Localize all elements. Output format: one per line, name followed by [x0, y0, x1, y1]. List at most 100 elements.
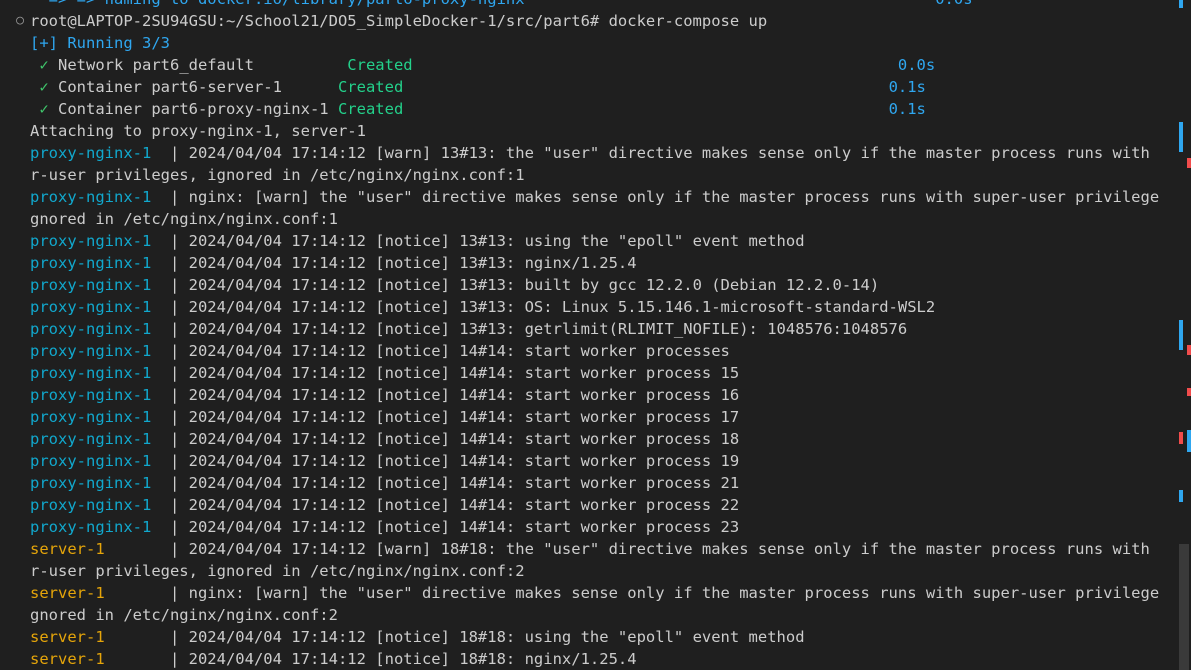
command-decoration-icon[interactable]: ○: [12, 10, 28, 32]
terminal-text-segment: Network part6_default: [48, 56, 348, 74]
terminal-text-segment: r-user privileges, ignored in /etc/nginx…: [30, 562, 525, 580]
terminal-line: ○ root@LAPTOP-2SU94GSU:~/School21/DO5_Sim…: [12, 10, 1160, 32]
terminal-line: r-user privileges, ignored in /etc/nginx…: [12, 164, 1160, 186]
terminal-text-segment: server-1: [30, 650, 170, 668]
terminal-text-segment: | 2024/04/04 17:14:12 [notice] 13#13: ge…: [169, 320, 908, 338]
scrollbar-track[interactable]: [1177, 0, 1191, 670]
terminal-text-segment: | 2024/04/04 17:14:12 [warn] 13#13: the …: [169, 144, 1160, 162]
terminal-text-segment: Created: [347, 56, 413, 74]
scrollbar-marker: [1187, 430, 1191, 452]
terminal-line: proxy-nginx-1 | 2024/04/04 17:14:12 [not…: [12, 384, 1160, 406]
terminal-text-segment: | nginx: [warn] the "user" directive mak…: [169, 584, 1160, 602]
terminal-text-segment: proxy-nginx-1: [30, 474, 170, 492]
terminal-text-segment: | 2024/04/04 17:14:12 [notice] 14#14: st…: [169, 364, 740, 382]
terminal-text-segment: => => naming to docker.io/library/part6-…: [30, 0, 525, 8]
terminal-text-segment: | 2024/04/04 17:14:12 [notice] 13#13: us…: [169, 232, 805, 250]
terminal-text-segment: server-1: [30, 628, 170, 646]
terminal-line: proxy-nginx-1 | 2024/04/04 17:14:12 [not…: [12, 252, 1160, 274]
terminal-line: Attaching to proxy-nginx-1, server-1: [12, 120, 1160, 142]
terminal-line: proxy-nginx-1 | 2024/04/04 17:14:12 [not…: [12, 296, 1160, 318]
terminal-line: proxy-nginx-1 | nginx: [warn] the "user"…: [12, 186, 1160, 208]
terminal-text-segment: | 2024/04/04 17:14:12 [notice] 18#18: us…: [169, 628, 805, 646]
terminal-text-segment: 0.1s: [888, 100, 926, 118]
terminal-line: gnored in /etc/nginx/nginx.conf:2: [12, 604, 1160, 626]
terminal-text-segment: proxy-nginx-1: [30, 430, 170, 448]
terminal-line: server-1 | 2024/04/04 17:14:12 [warn] 18…: [12, 538, 1160, 560]
terminal-text-segment: proxy-nginx-1: [30, 518, 170, 536]
terminal-text-segment: ✓: [30, 100, 49, 118]
terminal-text-segment: | 2024/04/04 17:14:12 [notice] 13#13: ng…: [169, 254, 637, 272]
terminal-text-segment: | 2024/04/04 17:14:12 [notice] 14#14: st…: [169, 386, 740, 404]
terminal-text-segment: proxy-nginx-1: [30, 452, 170, 470]
terminal-text-segment: proxy-nginx-1: [30, 364, 170, 382]
terminal-text-segment: | 2024/04/04 17:14:12 [notice] 13#13: OS…: [169, 298, 936, 316]
terminal-text-segment: | 2024/04/04 17:14:12 [notice] 14#14: st…: [169, 452, 740, 470]
terminal-text-segment: [+] Running 3/3: [30, 34, 170, 52]
terminal-text-segment: Created: [337, 100, 404, 118]
scrollbar-marker: [1187, 345, 1191, 355]
terminal-line: ✓ Container part6-proxy-nginx-1 Created …: [12, 98, 1160, 120]
terminal-text-segment: | 2024/04/04 17:14:12 [notice] 18#18: ng…: [169, 650, 637, 668]
terminal-line: ✓ Container part6-server-1 Created 0.1s: [12, 76, 1160, 98]
terminal-text-segment: gnored in /etc/nginx/nginx.conf:1: [30, 210, 338, 228]
scrollbar-marker: [1179, 0, 1183, 8]
terminal-line: => => naming to docker.io/library/part6-…: [12, 0, 1160, 10]
terminal-text-segment: 0.0s: [897, 56, 936, 74]
terminal-text-segment: proxy-nginx-1: [30, 496, 170, 514]
terminal-text-segment: | 2024/04/04 17:14:12 [notice] 13#13: bu…: [169, 276, 880, 294]
scrollbar-marker: [1179, 490, 1183, 502]
terminal-window[interactable]: => => naming to docker.io/library/part6-…: [0, 0, 1191, 670]
terminal-text-segment: server-1: [30, 540, 170, 558]
terminal-text-segment: Created: [337, 78, 404, 96]
terminal-line: proxy-nginx-1 | 2024/04/04 17:14:12 [not…: [12, 274, 1160, 296]
terminal-text-segment: | 2024/04/04 17:14:12 [notice] 14#14: st…: [169, 474, 740, 492]
scrollbar-marker: [1179, 320, 1183, 350]
terminal-text-segment: ✓: [30, 78, 49, 96]
terminal-line: proxy-nginx-1 | 2024/04/04 17:14:12 [not…: [12, 516, 1160, 538]
terminal-line: r-user privileges, ignored in /etc/nginx…: [12, 560, 1160, 582]
terminal-line: proxy-nginx-1 | 2024/04/04 17:14:12 [not…: [12, 428, 1160, 450]
terminal-output[interactable]: => => naming to docker.io/library/part6-…: [12, 0, 1160, 670]
terminal-line: ✓ Network part6_default Created 0.0s: [12, 54, 1160, 76]
terminal-line: gnored in /etc/nginx/nginx.conf:1: [12, 208, 1160, 230]
terminal-text-segment: proxy-nginx-1: [30, 276, 170, 294]
scrollbar-thumb[interactable]: [1179, 544, 1189, 670]
terminal-text-segment: 0.0s: [525, 0, 972, 8]
terminal-line: proxy-nginx-1 | 2024/04/04 17:14:12 [not…: [12, 472, 1160, 494]
terminal-line: proxy-nginx-1 | 2024/04/04 17:14:12 [not…: [12, 340, 1160, 362]
terminal-text-segment: | 2024/04/04 17:14:12 [notice] 14#14: st…: [169, 342, 730, 360]
terminal-text-segment: proxy-nginx-1: [30, 342, 170, 360]
terminal-text-segment: Container part6-server-1: [48, 78, 338, 96]
terminal-line: server-1 | nginx: [warn] the "user" dire…: [12, 582, 1160, 604]
terminal-line: proxy-nginx-1 | 2024/04/04 17:14:12 [not…: [12, 406, 1160, 428]
terminal-line: proxy-nginx-1 | 2024/04/04 17:14:12 [not…: [12, 318, 1160, 340]
terminal-text-segment: proxy-nginx-1: [30, 386, 170, 404]
terminal-text-segment: r-user privileges, ignored in /etc/nginx…: [30, 166, 525, 184]
terminal-line: proxy-nginx-1 | 2024/04/04 17:14:12 [not…: [12, 230, 1160, 252]
terminal-line: proxy-nginx-1 | 2024/04/04 17:14:12 [war…: [12, 142, 1160, 164]
terminal-text-segment: | 2024/04/04 17:14:12 [notice] 14#14: st…: [169, 518, 740, 536]
terminal-text-segment: proxy-nginx-1: [30, 298, 170, 316]
terminal-line: proxy-nginx-1 | 2024/04/04 17:14:12 [not…: [12, 450, 1160, 472]
terminal-line: server-1 | 2024/04/04 17:14:12 [notice] …: [12, 648, 1160, 670]
scrollbar-marker: [1179, 432, 1183, 444]
terminal-line: [+] Running 3/3: [12, 32, 1160, 54]
terminal-line: proxy-nginx-1 | 2024/04/04 17:14:12 [not…: [12, 362, 1160, 384]
terminal-text-segment: proxy-nginx-1: [30, 254, 170, 272]
terminal-text-segment: proxy-nginx-1: [30, 320, 170, 338]
terminal-text-segment: gnored in /etc/nginx/nginx.conf:2: [30, 606, 338, 624]
terminal-text-segment: ✓: [30, 56, 49, 74]
terminal-text-segment: root@LAPTOP-2SU94GSU:~/School21/DO5_Simp…: [30, 12, 768, 30]
terminal-text-segment: 0.1s: [888, 78, 926, 96]
terminal-line: proxy-nginx-1 | 2024/04/04 17:14:12 [not…: [12, 494, 1160, 516]
terminal-text-segment: | 2024/04/04 17:14:12 [notice] 14#14: st…: [169, 430, 740, 448]
terminal-text-segment: server-1: [30, 584, 170, 602]
terminal-text-segment: | 2024/04/04 17:14:12 [warn] 18#18: the …: [169, 540, 1160, 558]
terminal-text-segment: | 2024/04/04 17:14:12 [notice] 14#14: st…: [169, 496, 740, 514]
terminal-text-segment: proxy-nginx-1: [30, 232, 170, 250]
terminal-text-segment: Attaching to proxy-nginx-1, server-1: [30, 122, 366, 140]
scrollbar-marker: [1187, 158, 1191, 168]
